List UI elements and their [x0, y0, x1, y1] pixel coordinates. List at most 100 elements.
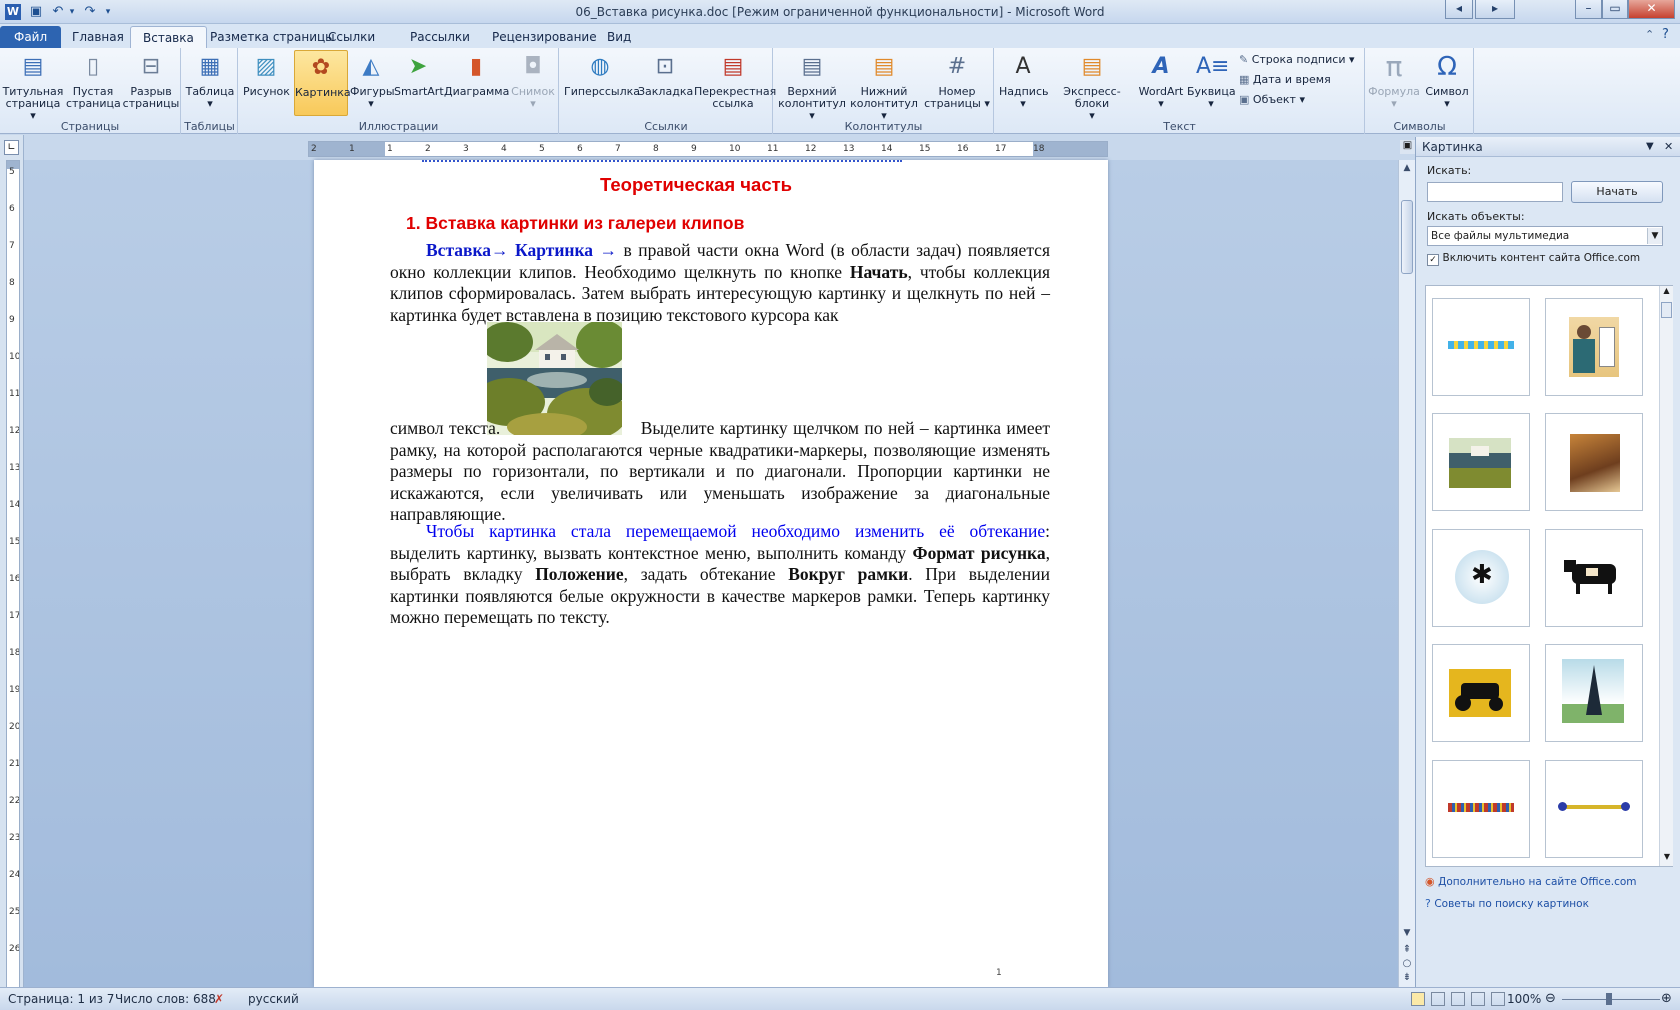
clip-eye-doctor[interactable] [1545, 298, 1643, 396]
clip-autumn-path[interactable] [1545, 413, 1643, 511]
equation-button[interactable]: π Формула ▾ [1368, 50, 1420, 116]
chart-button[interactable]: ▮ Диаграмма [444, 50, 509, 116]
vruler-tick: 9 [9, 315, 15, 325]
table-button[interactable]: ▦ Таблица ▾ [185, 50, 235, 116]
symbol-button[interactable]: Ω Символ ▾ [1422, 50, 1472, 116]
clip-art-button[interactable]: ✿ Картинка [294, 50, 351, 116]
zoom-in-icon[interactable]: ⊕ [1661, 988, 1672, 1010]
word-count[interactable]: Число слов: 688 [115, 988, 216, 1010]
vruler-tick: 13 [9, 463, 20, 473]
tab-home[interactable]: Главная [60, 26, 136, 48]
tab-insert[interactable]: Вставка [130, 26, 207, 48]
help-icon[interactable]: ? [1662, 27, 1669, 42]
clip-eiffel-tower[interactable] [1545, 644, 1643, 742]
hyperlink-button[interactable]: ◍ Гиперссылка [564, 50, 640, 116]
results-scroll-thumb[interactable] [1661, 302, 1672, 318]
previous-page-icon[interactable]: ⇞ [1400, 944, 1414, 958]
tab-selector-icon[interactable]: ∟ [4, 140, 19, 155]
zoom-level[interactable]: 100% [1507, 988, 1541, 1010]
include-office-checkbox[interactable]: ✓ Включить контент сайта Office.com [1427, 251, 1640, 266]
help-circle-icon: ? [1425, 897, 1431, 910]
zoom-slider-thumb[interactable] [1606, 993, 1612, 1005]
pane-options-icon[interactable]: ▼ [1646, 137, 1654, 157]
ribbon-nav-back-icon[interactable]: ◂ [1445, 0, 1473, 19]
shapes-button[interactable]: ◭ Фигуры ▾ [350, 50, 395, 116]
clip-tractor[interactable] [1432, 644, 1530, 742]
results-scroll-down-icon[interactable]: ▼ [1660, 852, 1674, 861]
blank-page-button[interactable]: ▯ Пустая страница [66, 50, 121, 116]
clip-border-beads[interactable] [1432, 298, 1530, 396]
cover-page-button[interactable]: ▤ Титульная страница ▾ [2, 50, 64, 122]
clip-dancers[interactable]: ✱ [1432, 529, 1530, 627]
page-break-button[interactable]: ⊟ Разрыв страницы [122, 50, 180, 116]
chevron-down-icon[interactable]: ▼ [1647, 228, 1662, 244]
clip-house-lake[interactable] [1432, 413, 1530, 511]
tab-references[interactable]: Ссылки [316, 26, 387, 48]
chart-icon: ▮ [469, 54, 483, 79]
zoom-out-icon[interactable]: ⊖ [1545, 988, 1556, 1010]
minimize-icon[interactable]: – [1575, 0, 1602, 19]
language[interactable]: русский [248, 988, 299, 1010]
signature-line-button[interactable]: ✎ Строка подписи ▾ [1239, 50, 1355, 70]
clip-border-chain[interactable] [1545, 760, 1643, 858]
page-count[interactable]: Страница: 1 из 7 [8, 988, 114, 1010]
vruler-tick: 11 [9, 389, 20, 399]
maximize-icon[interactable]: ▭ [1602, 0, 1628, 19]
search-tips-text[interactable]: Советы по поиску картинок [1434, 898, 1589, 910]
full-screen-view-icon[interactable] [1431, 992, 1445, 1006]
smartart-label: SmartArt [394, 85, 444, 98]
search-tips-link[interactable]: ? Советы по поиску картинок [1425, 897, 1589, 910]
checkbox-check-icon[interactable]: ✓ [1427, 254, 1439, 266]
screenshot-button[interactable]: ◘ Снимок ▾ [510, 50, 556, 116]
smartart-button[interactable]: ➤ SmartArt [394, 50, 444, 116]
results-scrollbar[interactable]: ▲ ▼ [1659, 286, 1673, 866]
date-time-button[interactable]: ▦ Дата и время [1239, 70, 1331, 90]
minimize-ribbon-icon[interactable]: ⌃ [1645, 28, 1654, 41]
scroll-up-icon[interactable]: ▲ [1400, 163, 1414, 177]
results-dropdown[interactable]: Все файлы мультимедиа ▼ [1427, 226, 1663, 246]
header-button[interactable]: ▤ Верхний колонтитул ▾ [776, 50, 848, 122]
hruler-tick: 2 [311, 144, 317, 154]
document-vertical-scrollbar[interactable]: ▣ ▲ ▼ ⇞ ○ ⇟ [1398, 140, 1415, 987]
more-on-office-link[interactable]: ◉ Дополнительно на сайте Office.com [1425, 875, 1637, 888]
scroll-thumb[interactable] [1401, 200, 1413, 274]
drop-cap-button[interactable]: A≡ Буквица ▾ [1187, 50, 1236, 116]
table-label: Таблица [185, 85, 235, 98]
text-box-button[interactable]: A Надпись ▾ [999, 50, 1049, 116]
scroll-down-icon[interactable]: ▼ [1400, 928, 1414, 942]
tab-mailings[interactable]: Рассылки [398, 26, 482, 48]
browse-object-icon[interactable]: ○ [1400, 958, 1414, 972]
vertical-ruler[interactable]: 5 6 7 8 9 10 11 12 13 14 15 16 17 18 19 20 21 22 23 24 25 26 [6, 160, 20, 988]
next-page-icon[interactable]: ⇟ [1400, 972, 1414, 986]
clip-border-pattern[interactable] [1432, 760, 1530, 858]
p3-blue-text: Чтобы картинка стала перемещаемой необхо… [426, 521, 1046, 541]
ruler-toggle-icon[interactable]: ▣ [1400, 140, 1415, 154]
bookmark-button[interactable]: ⊡ Закладка [638, 50, 693, 116]
cross-reference-button[interactable]: ▤ Перекрестная ссылка [694, 50, 776, 116]
quick-parts-button[interactable]: ▤ Экспресс-блоки ▾ [1049, 50, 1135, 122]
page-number-button[interactable]: # Номер страницы ▾ [922, 50, 992, 116]
picture-button[interactable]: ▨ Рисунок [243, 50, 290, 116]
web-layout-view-icon[interactable] [1451, 992, 1465, 1006]
close-icon[interactable]: ✕ [1628, 0, 1675, 19]
more-on-office-text[interactable]: Дополнительно на сайте Office.com [1438, 876, 1636, 888]
print-layout-view-icon[interactable] [1411, 992, 1425, 1006]
object-button[interactable]: ▣ Объект ▾ [1239, 90, 1305, 110]
ribbon-nav-forward-icon[interactable]: ▸ [1475, 0, 1515, 19]
go-button[interactable]: Начать [1571, 181, 1663, 203]
pane-close-icon[interactable]: ✕ [1664, 137, 1673, 157]
proofing-icon[interactable]: ✗ [214, 988, 224, 1010]
tab-review[interactable]: Рецензирование [480, 26, 609, 48]
tab-view[interactable]: Вид [595, 26, 643, 48]
search-input[interactable] [1427, 182, 1563, 202]
footer-button[interactable]: ▤ Нижний колонтитул ▾ [848, 50, 920, 122]
blank-page-label-2: страница [66, 97, 121, 110]
tab-file[interactable]: Файл [0, 26, 62, 48]
horizontal-ruler[interactable]: 2 1 1 2 3 4 5 6 7 8 9 10 11 12 13 14 15 16 17 18 [308, 141, 1108, 157]
draft-view-icon[interactable] [1491, 992, 1505, 1006]
clip-cow[interactable] [1545, 529, 1643, 627]
outline-view-icon[interactable] [1471, 992, 1485, 1006]
wordart-button[interactable]: A WordArt ▾ [1137, 50, 1185, 116]
vruler-tick: 25 [9, 907, 20, 917]
results-scroll-up-icon[interactable]: ▲ [1660, 286, 1673, 295]
